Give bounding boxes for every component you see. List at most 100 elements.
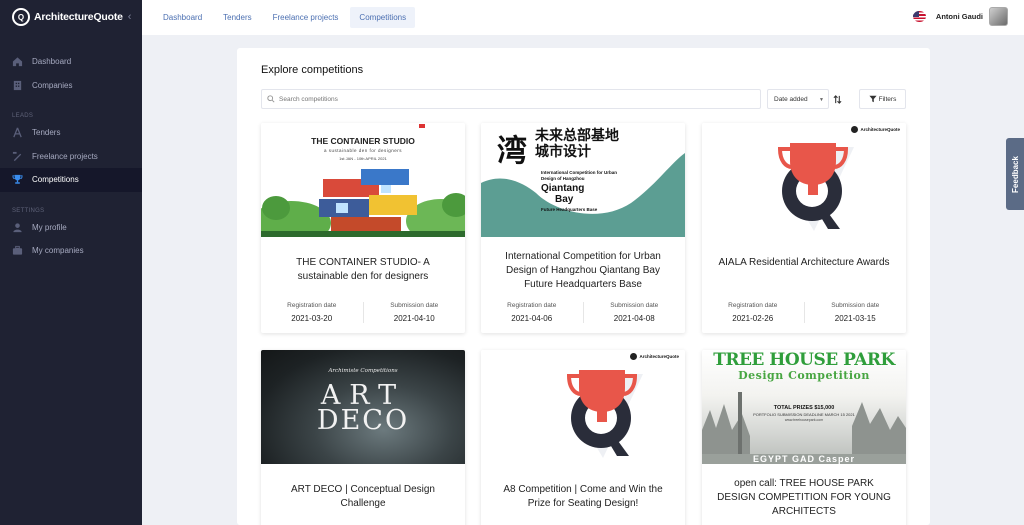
brand-tag: ArchitectureQuote — [630, 353, 679, 360]
card-title: ART DECO | Conceptual Design Challenge — [291, 484, 435, 509]
section-label-leads: LEADS — [12, 113, 34, 119]
trophy-icon — [12, 174, 23, 185]
tab-competitions[interactable]: Competitions — [350, 7, 416, 28]
sort-select[interactable]: Date added ▼ — [767, 89, 829, 109]
filter-icon — [869, 95, 877, 103]
image-website: www.treehousepark.com — [784, 418, 824, 422]
competition-card[interactable]: Archimiste Competitions ART DECO ART DEC… — [261, 350, 465, 525]
sidebar-item-freelance-projects[interactable]: Freelance projects — [0, 145, 142, 169]
sidebar-item-label: Companies — [32, 80, 73, 90]
image-title-line2: DECO — [316, 405, 410, 436]
card-title: THE CONTAINER STUDIO- A sustainable den … — [296, 257, 430, 282]
sidebar: Q ArchitectureQuote ‹ Dashboard Companie… — [0, 0, 142, 525]
home-icon — [12, 56, 23, 67]
competition-image: ArchitectureQuote — [481, 350, 685, 464]
competition-image: TREE HOUSE PARK Design Competition TOTAL… — [702, 350, 906, 464]
user-menu[interactable]: Antoni Gaudi — [912, 7, 1008, 26]
registration-label: Registration date — [287, 302, 337, 309]
container-stack-illustration — [261, 169, 465, 237]
filters-button[interactable]: Filters — [859, 89, 906, 109]
sidebar-item-label: My companies — [32, 246, 84, 256]
submission-label: Submission date — [610, 302, 659, 309]
sidebar-item-companies[interactable]: Companies — [0, 74, 142, 98]
submission-date: 2021-04-08 — [613, 314, 655, 323]
registration-label: Registration date — [728, 302, 778, 309]
app-name: ArchitectureQuote — [34, 11, 123, 23]
brand-logo-icon — [851, 126, 859, 133]
avatar[interactable] — [989, 7, 1008, 26]
sidebar-item-label: My profile — [32, 222, 67, 232]
card-title: A8 Competition | Come and Win the Prize … — [503, 484, 663, 509]
sort-select-value: Date added — [774, 95, 808, 103]
competition-card[interactable]: TREE HOUSE PARK Design Competition TOTAL… — [702, 350, 906, 525]
competition-card[interactable]: ArchitectureQuote A8 Competition | Come … — [481, 350, 685, 525]
image-title: TREE HOUSE PARK — [713, 350, 895, 370]
submission-label: Submission date — [390, 302, 439, 309]
collapse-sidebar-icon[interactable]: ‹ — [128, 11, 132, 23]
competition-card[interactable]: 湾 未来总部基地 城市设计 International Competition … — [481, 123, 685, 333]
image-deadline: PORTFOLIO SUBMISSION DEADLINE MARCH 15 2… — [753, 412, 855, 417]
image-english-line1: International Competition for Urban Desi… — [541, 170, 617, 181]
chevron-down-icon: ▼ — [819, 97, 824, 103]
competition-card[interactable]: ArchitectureQuote AIALA Residential Arch… — [702, 123, 906, 333]
card-dates: Registration date 2021-04-06 Submission d… — [481, 302, 685, 323]
top-navigation: Dashboard Tenders Freelance projects Com… — [142, 0, 1024, 35]
competitions-panel: Explore competitions Date added ▼ Filter… — [237, 48, 930, 525]
sidebar-item-label: Freelance projects — [32, 151, 98, 161]
image-chinese-line2: 城市设计 — [535, 143, 591, 159]
competition-image: THE CONTAINER STUDIO a sustainable den f… — [261, 123, 465, 237]
us-flag-icon[interactable] — [912, 11, 926, 22]
sidebar-item-my-profile[interactable]: My profile — [0, 216, 142, 240]
registration-date: 2021-04-06 — [511, 314, 553, 323]
pen-ruler-icon — [12, 151, 23, 162]
image-sponsors: EGYPT GAD Casper — [752, 454, 856, 464]
submission-label: Submission date — [831, 302, 880, 309]
compass-icon — [12, 127, 23, 138]
image-english-line2: Qiantang Bay — [541, 183, 585, 205]
badge-icon — [419, 124, 425, 128]
image-title: THE CONTAINER STUDIO — [311, 136, 415, 146]
app-logo[interactable]: Q ArchitectureQuote ‹ — [0, 0, 142, 34]
registration-date: 2021-02-26 — [732, 314, 774, 323]
trophy-logo-icon — [566, 370, 643, 458]
sidebar-item-competitions[interactable]: Competitions — [0, 168, 142, 192]
feedback-tab[interactable]: Feedback — [1006, 138, 1024, 210]
registration-label: Registration date — [507, 302, 557, 309]
forest-illustration — [702, 392, 906, 464]
tab-freelance-projects[interactable]: Freelance projects — [264, 7, 348, 28]
card-dates: Registration date 2021-03-20 Submission d… — [261, 302, 465, 323]
search-box[interactable] — [261, 89, 761, 109]
sidebar-item-label: Dashboard — [32, 57, 72, 67]
user-icon — [12, 222, 23, 233]
logo-icon: Q — [12, 8, 30, 26]
sidebar-item-tenders[interactable]: Tenders — [0, 121, 142, 145]
competition-image: ArchitectureQuote — [702, 123, 906, 237]
card-dates: Registration date 2021-02-26 Submission d… — [702, 302, 906, 323]
user-name: Antoni Gaudi — [935, 12, 983, 21]
tab-dashboard[interactable]: Dashboard — [154, 7, 211, 28]
sidebar-item-my-companies[interactable]: My companies — [0, 239, 142, 263]
registration-date: 2021-03-20 — [291, 314, 333, 323]
trophy-logo-icon — [777, 143, 854, 231]
image-chinese-glyph: 湾 — [497, 135, 527, 168]
building-icon — [12, 80, 23, 91]
card-title: International Competition for Urban Desi… — [505, 251, 661, 290]
sidebar-item-dashboard[interactable]: Dashboard — [0, 50, 142, 74]
competition-image: 湾 未来总部基地 城市设计 International Competition … — [481, 123, 685, 237]
competition-image: Archimiste Competitions ART DECO — [261, 350, 465, 464]
filters-label: Filters — [878, 95, 897, 103]
sidebar-item-label: Tenders — [32, 128, 61, 138]
image-subtitle: a sustainable den for designers — [323, 148, 403, 153]
sort-direction-button[interactable] — [831, 89, 843, 109]
competition-card[interactable]: THE CONTAINER STUDIO a sustainable den f… — [261, 123, 465, 333]
card-title: AIALA Residential Architecture Awards — [718, 257, 890, 268]
image-dates: 1st JAN - 10th APRIL 2021 — [339, 156, 387, 161]
briefcase-icon — [12, 245, 23, 256]
submission-date: 2021-04-10 — [393, 314, 435, 323]
brand-logo-icon — [630, 353, 638, 360]
image-subtitle: Design Competition — [738, 369, 870, 382]
search-input[interactable] — [279, 95, 739, 103]
page-title: Explore competitions — [261, 64, 364, 76]
tab-tenders[interactable]: Tenders — [214, 7, 260, 28]
section-label-settings: SETTINGS — [12, 207, 45, 214]
